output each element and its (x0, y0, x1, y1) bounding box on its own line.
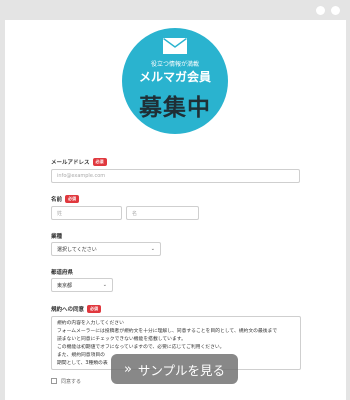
last-name-input[interactable]: 姓 (51, 206, 122, 220)
prefecture-select[interactable]: 東京都 ⌄ (51, 278, 113, 292)
chevron-down-icon: ⌄ (150, 246, 155, 252)
agree-checkbox[interactable] (51, 378, 57, 384)
terms-label-text: 規約への同意 (51, 307, 85, 313)
prefecture-value: 東京都 (57, 282, 73, 289)
first-name-input[interactable]: 名 (126, 206, 199, 220)
terms-line: この機能は初期値でオフになっていますので、必要に応じてご利用ください。 (57, 345, 225, 350)
form-panel: 役立つ情報が満載 メルマガ会員 募集中 メールアドレス 必須 info@exam… (5, 20, 346, 400)
window-controls (316, 6, 340, 15)
window-dot[interactable] (316, 6, 325, 15)
mail-icon (163, 38, 187, 54)
email-input[interactable]: info@example.com (51, 169, 300, 183)
prefecture-label: 都道府県 (51, 268, 73, 276)
double-chevron-right-icon: » (123, 361, 132, 377)
last-name-placeholder: 姓 (57, 210, 63, 217)
badge-main-text: 募集中 (139, 94, 211, 121)
required-badge: 必須 (87, 305, 102, 313)
badge-subtitle: 役立つ情報が満載 (150, 61, 199, 68)
newsletter-badge: 役立つ情報が満載 メルマガ会員 募集中 (122, 28, 228, 134)
terms-line: 規約の内容を入力してください (57, 321, 124, 326)
terms-line: フォームメーラーには投稿者が規約文を十分に理解し、同意することを目的として、規約… (57, 329, 278, 334)
email-label: メールアドレス 必須 (51, 158, 107, 166)
agree-label: 同意する (61, 378, 82, 385)
occupation-select[interactable]: 選択してください ⌄ (51, 242, 161, 256)
email-placeholder: info@example.com (57, 173, 106, 179)
badge-title: メルマガ会員 (138, 70, 211, 84)
terms-line: 読まないと同意にチェックできない機能を搭載しています。 (57, 337, 186, 342)
window-dot[interactable] (331, 6, 340, 15)
first-name-placeholder: 名 (132, 210, 138, 217)
email-label-text: メールアドレス (51, 160, 90, 166)
occupation-value: 選択してください (57, 246, 97, 253)
required-badge: 必須 (65, 195, 80, 203)
occupation-label-text: 業種 (51, 234, 63, 240)
prefecture-label-text: 都道府県 (51, 270, 74, 276)
terms-label: 規約への同意 必須 (51, 305, 102, 313)
required-badge: 必須 (92, 158, 107, 166)
name-label-text: 名前 (51, 197, 63, 203)
chevron-down-icon: ⌄ (102, 282, 107, 288)
view-sample-label: サンプルを見る (137, 362, 226, 378)
view-sample-button[interactable]: » サンプルを見る (111, 354, 238, 384)
name-label: 名前 必須 (51, 195, 80, 203)
occupation-label: 業種 (51, 232, 62, 240)
